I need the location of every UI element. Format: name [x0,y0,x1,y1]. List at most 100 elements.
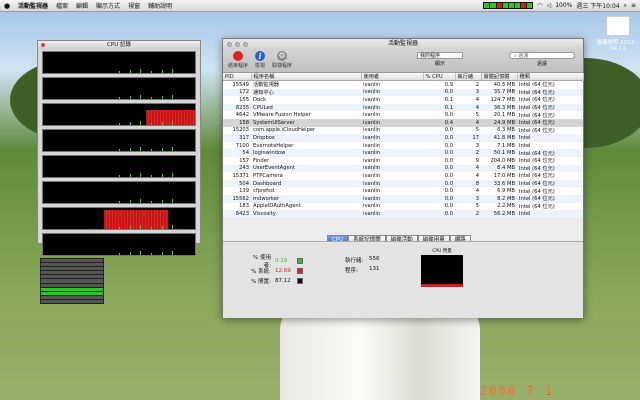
cell-threads: 4 [455,118,481,127]
close-button[interactable] [41,43,45,47]
cpu-tick [119,97,120,99]
menu-window[interactable]: 視窗 [124,1,144,10]
cpu-load-bar [146,110,195,125]
search-input[interactable]: ⌕ 過濾 [509,52,575,59]
threads-label: 執行緒: [345,258,364,264]
cpu-tick [140,173,142,177]
table-row[interactable]: 504 Dashboard ivanlin 0.0 8 33.6 MB Intel (64 … [223,179,583,188]
table-row[interactable]: 139 cfprefsd ivanlin 0.0 4 6.9 MB Intel (64 位元… [223,187,583,195]
cell-name: VMware Fusion Helper [251,111,361,119]
window-titlebar[interactable]: 活動監視器 [223,39,583,49]
cell-cpu: 0.0 [423,141,455,150]
table-row[interactable]: 54 loginwindow ivanlin 0.0 2 50.1 MB Intel (64… [223,149,583,157]
search-caption: 過濾 [536,61,547,67]
cell-mem: 7.1 MB [481,141,517,150]
sample-process-label: 取樣程序 [271,63,292,69]
table-row[interactable]: 243 UserEventAgent ivanlin 0.0 4 8.4 MB Intel … [223,164,583,173]
meter-segment [41,291,103,295]
cpu-tick [161,70,163,73]
cpu-tick [129,70,131,73]
meter-segment [41,267,103,271]
cpu-tick [150,175,152,177]
cell-pid: 157 [223,156,251,165]
cpu-tick [150,149,152,151]
menu-app-name[interactable]: 活動監視器 [14,1,52,10]
menu-edit[interactable]: 編輯 [72,1,92,10]
table-row[interactable]: 8423 Viscosity ivanlin 0.0 2 56.2 MB Intel [223,210,583,218]
table-row[interactable]: 317 Dropbox ivanlin 0.0 17 41.8 MB Intel [223,134,583,142]
cell-name: 通知中心 [251,88,361,97]
cell-threads: 5 [455,202,481,211]
table-row[interactable]: 8235 CPULed ivanlin 0.1 4 36.3 MB Intel (64 位元… [223,103,583,112]
table-row[interactable]: 172 通知中心 ivanlin 0.0 3 35.7 MB Intel (64 位元) [223,88,583,97]
list-icon[interactable]: ≡ [631,2,636,9]
cpu-tick [161,122,163,125]
cell-user: ivanlin [361,210,423,218]
column-header-cpu[interactable]: % CPU [423,73,456,81]
threads-value: 556 [369,256,380,262]
cpu-tick [150,97,152,99]
table-row[interactable]: 7100 EvernoteHelper ivanlin 0.0 3 7.1 MB Intel [223,141,583,150]
inspect-button[interactable]: i 檢視 [249,51,271,69]
menu-help[interactable]: 輔助說明 [144,1,176,10]
table-row[interactable]: 15203 com.apple.iCloudHelper ivanlin 0.0 5 6.… [223,126,583,135]
zoom-button[interactable] [243,42,248,47]
table-row[interactable]: 4642 VMware Fusion Helper ivanlin 0.0 5 20.1 … [223,111,583,119]
cpu-tick [161,200,163,203]
user-color-swatch[interactable] [297,258,303,264]
cell-threads: 5 [455,111,481,119]
cell-mem: 6.3 MB [481,126,517,135]
cell-pid: 139 [223,187,251,195]
column-header-kind[interactable]: 種類 [517,73,584,81]
photo-datestamp: 2008 7 1 [480,384,554,398]
cell-name: PTPCamera [251,172,361,180]
cell-pid: 8235 [223,103,251,112]
menu-file[interactable]: 檔案 [52,1,72,10]
cell-mem: 24.9 MB [481,118,517,127]
cpu-history-titlebar[interactable]: CPU 記錄 [38,41,200,49]
column-header-threads[interactable]: 執行緒 [455,73,482,81]
cpu-usage-graph-title: CPU 用量 [432,249,452,254]
table-row[interactable]: 183 AppleIDAuthAgent ivanlin 0.0 5 2.2 MB Inte… [223,202,583,211]
quit-process-button[interactable]: 結束程序 [227,51,249,69]
clock[interactable]: 週三 下午10:04 [576,1,619,10]
cell-pid: 15371 [223,172,251,180]
column-header-memory[interactable]: 實體記憶體 [481,73,518,81]
table-row[interactable]: 15371 PTPCamera ivanlin 0.0 4 17.0 MB Intel (6… [223,172,583,180]
table-row[interactable]: 158 SystemUIServer ivanlin 0.4 4 24.9 MB Intel… [223,118,583,127]
table-row[interactable]: 155 Dock ivanlin 0.1 4 124.7 MB Intel (64 位元) [223,96,583,104]
system-color-swatch[interactable] [297,268,303,274]
search-icon[interactable]: ⌕ [624,2,627,10]
close-button[interactable] [227,42,232,47]
meter-segment [41,283,103,287]
cell-cpu: 0.0 [423,111,455,119]
cell-threads: 4 [455,164,481,173]
cell-user: ivanlin [361,111,423,119]
table-row[interactable]: 15562 mdworker ivanlin 0.0 3 8.2 MB Intel (64 … [223,194,583,203]
menu-view[interactable]: 顯示方式 [92,1,124,10]
sample-process-button[interactable]: ⚙ 取樣程序 [271,51,293,69]
table-row[interactable]: 157 Finder ivanlin 0.0 9 204.0 MB Intel (64 位元… [223,156,583,165]
cell-cpu: 0.0 [423,149,455,157]
cell-user: ivanlin [361,172,423,180]
volume-icon[interactable]: ◁ [547,2,552,9]
cell-kind: Intel (64 位元) [517,149,583,157]
table-row[interactable]: 15549 活動監視器 ivanlin 0.9 2 40.5 MB Intel (64 位元… [223,80,583,89]
battery-status[interactable]: 100% [555,2,572,9]
process-filter-select[interactable]: 我的程序 [417,52,463,59]
cell-mem: 50.1 MB [481,149,517,157]
cell-kind: Intel (64 位元) [517,194,583,203]
desktop-screenshot-file[interactable]: 螢幕快照 2012…04.11 [596,16,640,52]
wifi-icon[interactable]: ◠ [537,2,542,9]
minimize-button[interactable] [235,42,240,47]
column-header-name[interactable]: 程序名稱 [251,73,362,81]
cell-threads: 4 [455,96,481,104]
apple-menu-icon[interactable]: ● [0,2,14,10]
cpu-meter-menu-extra[interactable] [483,2,534,9]
cpu-tick [129,122,131,125]
idle-color-swatch[interactable] [297,278,303,284]
cell-user: ivanlin [361,80,423,89]
cell-mem: 8.2 MB [481,194,517,203]
column-header-user[interactable]: 使用者 [361,73,424,81]
column-header-pid[interactable]: PID [223,73,252,81]
